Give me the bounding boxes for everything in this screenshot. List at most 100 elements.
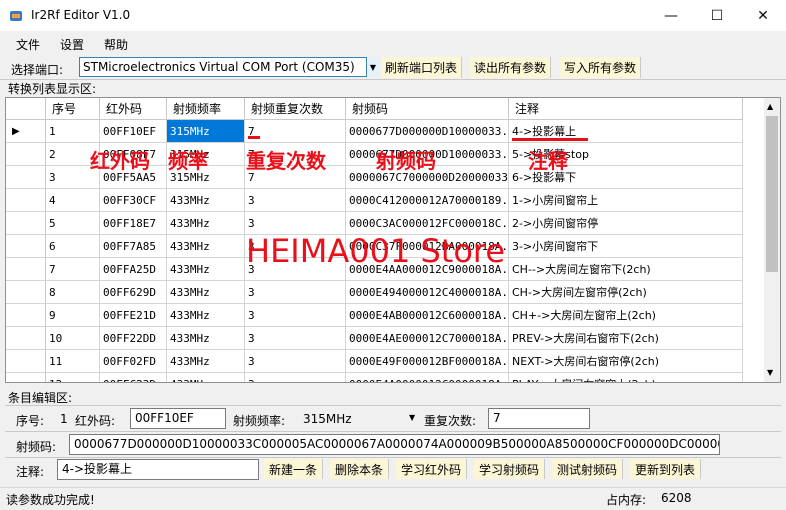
cell-ir-code[interactable]: 00FF22DD: [100, 327, 167, 350]
cell-index[interactable]: 5: [46, 212, 100, 235]
table-row[interactable]: 11 00FF02FD 433MHz 3 0000E49F000012BF000018A…: [6, 350, 766, 373]
cell-index[interactable]: 4: [46, 189, 100, 212]
col-header-rf-repeat[interactable]: 射频重复次数: [245, 98, 346, 120]
new-entry-button[interactable]: 新建一条: [264, 459, 324, 479]
scroll-up-icon[interactable]: ▲: [767, 102, 773, 111]
cell-comment[interactable]: 3->小房间窗帘下: [509, 235, 743, 258]
cell-rf-repeat[interactable]: 3: [245, 304, 346, 327]
menu-file[interactable]: 文件: [16, 36, 40, 53]
chevron-down-icon[interactable]: ▼: [409, 413, 415, 422]
update-list-button[interactable]: 更新到列表: [630, 459, 702, 479]
cell-rf-freq[interactable]: 433MHz: [167, 212, 245, 235]
cell-rf-repeat[interactable]: 3: [245, 327, 346, 350]
scrollbar-thumb[interactable]: [766, 116, 778, 272]
row-header[interactable]: [6, 143, 46, 166]
cell-comment[interactable]: PLAY->大房间右窗帘上(2ch): [509, 373, 743, 382]
test-rf-button[interactable]: 测试射频码: [552, 459, 624, 479]
repeat-input[interactable]: 7: [488, 408, 590, 429]
col-header-comment[interactable]: 注释: [509, 98, 743, 120]
cell-rf-code[interactable]: 0000E4A0000012C0000018A...: [346, 373, 509, 382]
cell-rf-code[interactable]: 0000677D000000D10000033...: [346, 120, 509, 143]
chevron-down-icon[interactable]: ▼: [366, 57, 379, 77]
cell-comment[interactable]: NEXT->大房间右窗帘停(2ch): [509, 350, 743, 373]
cell-rf-freq[interactable]: 315MHz: [167, 120, 245, 143]
comment-input[interactable]: 4->投影幕上: [57, 459, 259, 480]
cell-index[interactable]: 1: [46, 120, 100, 143]
row-header[interactable]: [6, 373, 46, 382]
cell-ir-code[interactable]: 00FF02FD: [100, 350, 167, 373]
row-header[interactable]: ▶: [6, 120, 46, 143]
learn-rf-button[interactable]: 学习射频码: [474, 459, 546, 479]
scroll-down-icon[interactable]: ▼: [767, 368, 773, 377]
cell-rf-freq[interactable]: 433MHz: [167, 327, 245, 350]
row-header[interactable]: [6, 304, 46, 327]
close-icon[interactable]: ✕: [740, 0, 786, 31]
cell-rf-freq[interactable]: 433MHz: [167, 189, 245, 212]
cell-ir-code[interactable]: 00FFC23D: [100, 373, 167, 382]
cell-rf-repeat[interactable]: 3: [245, 281, 346, 304]
row-header[interactable]: [6, 258, 46, 281]
write-all-button[interactable]: 写入所有参数: [560, 57, 642, 78]
read-all-button[interactable]: 读出所有参数: [470, 57, 552, 78]
cell-rf-repeat[interactable]: 3: [245, 373, 346, 382]
cell-ir-code[interactable]: 00FF629D: [100, 281, 167, 304]
cell-comment[interactable]: PREV->大房间右窗帘下(2ch): [509, 327, 743, 350]
cell-rf-freq[interactable]: 433MHz: [167, 304, 245, 327]
cell-index[interactable]: 10: [46, 327, 100, 350]
cell-comment[interactable]: CH-->大房间左窗帘下(2ch): [509, 258, 743, 281]
row-header[interactable]: [6, 212, 46, 235]
table-row[interactable]: 10 00FF22DD 433MHz 3 0000E4AE000012C7000018A…: [6, 327, 766, 350]
refresh-ports-button[interactable]: 刷新端口列表: [381, 57, 463, 78]
cell-index[interactable]: 12: [46, 373, 100, 382]
table-row[interactable]: 9 00FFE21D 433MHz 3 0000E4AB000012C6000018A.…: [6, 304, 766, 327]
cell-index[interactable]: 6: [46, 235, 100, 258]
cell-index[interactable]: 11: [46, 350, 100, 373]
table-row[interactable]: 1200FFC23D433MHz30000E4A0000012C0000018A…: [6, 373, 766, 382]
vertical-scrollbar[interactable]: ▲ ▼: [764, 98, 780, 382]
col-header-rf-code[interactable]: 射频码: [346, 98, 509, 120]
row-header[interactable]: [6, 350, 46, 373]
cell-rf-freq[interactable]: 433MHz: [167, 350, 245, 373]
rf-code-input[interactable]: 0000677D000000D10000033C000005AC0000067A…: [69, 434, 720, 455]
cell-ir-code[interactable]: 00FF18E7: [100, 212, 167, 235]
cell-comment[interactable]: CH+->大房间左窗帘上(2ch): [509, 304, 743, 327]
cell-rf-code[interactable]: 0000E4AB000012C6000018A...: [346, 304, 509, 327]
menu-help[interactable]: 帮助: [104, 36, 128, 53]
cell-ir-code[interactable]: 00FFA25D: [100, 258, 167, 281]
menu-settings[interactable]: 设置: [60, 36, 84, 53]
learn-ir-button[interactable]: 学习红外码: [396, 459, 468, 479]
cell-rf-code[interactable]: 0000E4AE000012C7000018A...: [346, 327, 509, 350]
cell-rf-freq[interactable]: 433MHz: [167, 258, 245, 281]
cell-ir-code[interactable]: 00FF7A85: [100, 235, 167, 258]
delete-entry-button[interactable]: 删除本条: [330, 459, 390, 479]
ir-code-input[interactable]: 00FF10EF: [130, 408, 226, 429]
row-header[interactable]: [6, 235, 46, 258]
cell-comment[interactable]: CH->大房间左窗帘停(2ch): [509, 281, 743, 304]
cell-rf-freq[interactable]: 433MHz: [167, 235, 245, 258]
col-header-ir-code[interactable]: 红外码: [100, 98, 167, 120]
cell-comment[interactable]: 1->小房间窗帘上: [509, 189, 743, 212]
table-row[interactable]: ▶ 1 00FF10EF 315MHz 7 0000677D000000D10000033…: [6, 120, 766, 143]
cell-rf-repeat[interactable]: 7: [245, 120, 346, 143]
minimize-icon[interactable]: —: [648, 0, 694, 31]
cell-index[interactable]: 8: [46, 281, 100, 304]
maximize-icon[interactable]: ☐: [694, 0, 740, 31]
cell-index[interactable]: 9: [46, 304, 100, 327]
cell-rf-code[interactable]: 0000E494000012C4000018A...: [346, 281, 509, 304]
col-header-index[interactable]: 序号: [46, 98, 100, 120]
cell-rf-freq[interactable]: 433MHz: [167, 373, 245, 382]
row-header[interactable]: [6, 189, 46, 212]
cell-rf-repeat[interactable]: 3: [245, 350, 346, 373]
rf-freq-select[interactable]: 315MHz: [303, 412, 352, 426]
row-header[interactable]: [6, 327, 46, 350]
cell-rf-repeat[interactable]: 3: [245, 189, 346, 212]
cell-rf-freq[interactable]: 433MHz: [167, 281, 245, 304]
cell-index[interactable]: 7: [46, 258, 100, 281]
table-row[interactable]: 8 00FF629D 433MHz 3 0000E494000012C4000018A.…: [6, 281, 766, 304]
cell-ir-code[interactable]: 00FFE21D: [100, 304, 167, 327]
col-header-rf-freq[interactable]: 射频频率: [167, 98, 245, 120]
cell-ir-code[interactable]: 00FF10EF: [100, 120, 167, 143]
cell-comment[interactable]: 2->小房间窗帘停: [509, 212, 743, 235]
table-row[interactable]: 4 00FF30CF 433MHz 3 0000C412000012A70000189.…: [6, 189, 766, 212]
cell-rf-code[interactable]: 0000C412000012A70000189...: [346, 189, 509, 212]
